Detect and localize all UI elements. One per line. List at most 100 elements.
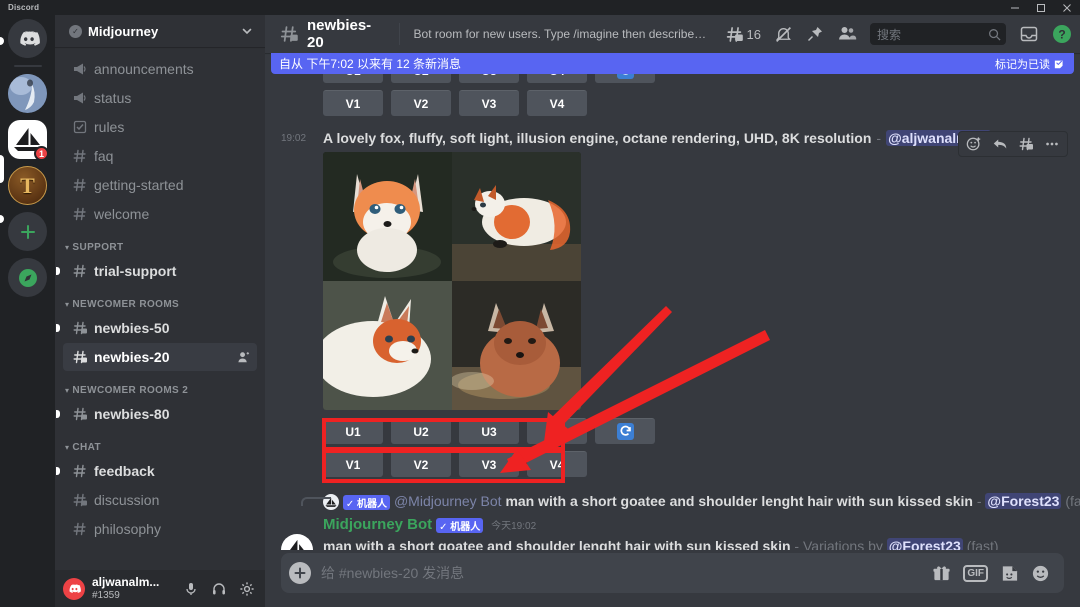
- sidebar-item-discussion[interactable]: discussion: [63, 486, 257, 514]
- server-discord-home[interactable]: [8, 19, 47, 58]
- category-newcomer-rooms[interactable]: ▾ NEWCOMER ROOMS: [55, 286, 265, 313]
- user-mention[interactable]: @Forest23: [985, 493, 1062, 509]
- search-input[interactable]: 搜索: [870, 23, 1006, 45]
- new-messages-text: 自从 下午7:02 以来有 12 条新消息: [279, 57, 462, 71]
- upscale-button-u2-main[interactable]: U2: [391, 418, 451, 444]
- image-grid[interactable]: [323, 152, 581, 410]
- variation-button-v1-main[interactable]: V1: [323, 451, 383, 477]
- category-label: SUPPORT: [72, 242, 124, 253]
- message-input-placeholder[interactable]: 给 #newbies-20 发消息: [321, 563, 922, 583]
- help-icon[interactable]: ?: [1052, 24, 1072, 44]
- separator: -: [794, 538, 800, 550]
- sidebar-item-newbies-20[interactable]: newbies-20: [63, 343, 257, 371]
- gear-icon[interactable]: [234, 576, 260, 602]
- explore-servers-button[interactable]: [8, 258, 47, 297]
- fox-image-1[interactable]: [323, 152, 452, 281]
- sidebar-item-trial-support[interactable]: trial-support: [56, 257, 257, 285]
- more-options-icon[interactable]: [1040, 133, 1064, 155]
- chevron-down-icon: ▾: [65, 386, 70, 395]
- user-mention[interactable]: @Forest23: [886, 538, 963, 550]
- upscale-button-u3-main[interactable]: U3: [459, 418, 519, 444]
- speed-label: (fast): [1065, 493, 1080, 509]
- sticker-icon[interactable]: [1000, 564, 1019, 583]
- sidebar-item-getting-started[interactable]: getting-started: [63, 171, 257, 199]
- category-newcomer-rooms-2[interactable]: ▾ NEWCOMER ROOMS 2: [55, 372, 265, 399]
- title-bar: Discord: [0, 0, 1080, 15]
- category-label: NEWCOMER ROOMS: [72, 299, 180, 310]
- maximize-icon[interactable]: [1028, 0, 1054, 15]
- search-placeholder: 搜索: [877, 27, 902, 42]
- sidebar-item-philosophy[interactable]: philosophy: [63, 515, 257, 543]
- fox-image-2[interactable]: [452, 152, 581, 281]
- fox-art-1: [323, 152, 452, 281]
- avatar[interactable]: [63, 577, 85, 600]
- gif-button[interactable]: GIF: [963, 564, 988, 582]
- new-messages-banner[interactable]: 自从 下午7:02 以来有 12 条新消息 标记为已读: [271, 53, 1074, 74]
- close-icon[interactable]: [1054, 0, 1080, 15]
- sidebar-item-feedback[interactable]: feedback: [56, 457, 257, 485]
- variation-button-v1[interactable]: V1: [323, 90, 383, 116]
- sidebar-item-newbies-50[interactable]: newbies-50: [56, 314, 257, 342]
- headphones-icon[interactable]: [206, 576, 232, 602]
- gift-icon[interactable]: [932, 564, 951, 583]
- channel-label: discussion: [94, 492, 160, 508]
- server-avatar-1[interactable]: [8, 74, 47, 113]
- reply-preview[interactable]: ✓ 机器人 @Midjourney Bot man with a short g…: [265, 488, 1080, 511]
- variation-button-v3[interactable]: V3: [459, 90, 519, 116]
- category-chat[interactable]: ▾ CHAT: [55, 429, 265, 456]
- bot-author-name[interactable]: Midjourney Bot: [323, 516, 432, 533]
- mark-as-read-button[interactable]: 标记为已读: [995, 56, 1066, 72]
- minimize-icon[interactable]: [1002, 0, 1028, 15]
- pinned-icon[interactable]: [806, 25, 824, 43]
- variation-button-v2-main[interactable]: V2: [391, 451, 451, 477]
- fox-image-4[interactable]: [452, 281, 581, 410]
- rules-icon: [71, 119, 88, 136]
- sidebar-item-status[interactable]: status: [63, 84, 257, 112]
- channel-label: status: [94, 90, 132, 106]
- upscale-button-u1-main[interactable]: U1: [323, 418, 383, 444]
- channel-label: newbies-50: [94, 320, 170, 336]
- emoji-icon[interactable]: [1031, 564, 1050, 583]
- threads-icon[interactable]: 16: [725, 25, 761, 44]
- speed-label: (fast): [966, 538, 999, 550]
- reply-spine: [301, 497, 331, 506]
- chevron-down-icon: ▾: [65, 443, 70, 452]
- channel-label: trial-support: [94, 263, 177, 279]
- variation-button-v2[interactable]: V2: [391, 90, 451, 116]
- members-icon[interactable]: [837, 24, 857, 44]
- microphone-icon[interactable]: [178, 576, 204, 602]
- sidebar-item-announcements[interactable]: announcements: [63, 55, 257, 83]
- chevron-down-icon[interactable]: [241, 25, 253, 37]
- guild-name: Midjourney: [88, 23, 159, 39]
- add-server-button[interactable]: [8, 212, 47, 251]
- hash-thread-icon: [71, 349, 88, 366]
- server-t[interactable]: T: [8, 166, 47, 205]
- category-support[interactable]: ▾ SUPPORT: [55, 229, 265, 256]
- fox-image-3[interactable]: [323, 281, 452, 410]
- variation-button-v4-main[interactable]: V4: [527, 451, 587, 477]
- sidebar-item-welcome[interactable]: welcome: [63, 200, 257, 228]
- channel-label: rules: [94, 119, 125, 135]
- message-composer[interactable]: 给 #newbies-20 发消息 GIF: [281, 553, 1064, 593]
- server-midjourney[interactable]: 1: [8, 120, 49, 161]
- add-member-icon[interactable]: [236, 350, 251, 365]
- sidebar-item-faq[interactable]: faq: [63, 142, 257, 170]
- guild-header[interactable]: ✓ Midjourney: [55, 15, 265, 47]
- inbox-icon[interactable]: [1019, 24, 1039, 44]
- bot-badge: ✓ 机器人: [342, 494, 391, 510]
- upscale-button-u4-main[interactable]: U4: [527, 418, 587, 444]
- bot-mention[interactable]: @Midjourney Bot: [394, 493, 502, 509]
- reply-icon[interactable]: [988, 133, 1012, 155]
- variation-button-v3-main[interactable]: V3: [459, 451, 519, 477]
- variation-button-v4[interactable]: V4: [527, 90, 587, 116]
- add-reaction-icon[interactable]: [962, 133, 986, 155]
- notification-off-icon[interactable]: [774, 25, 793, 44]
- fox-art-2: [452, 152, 581, 281]
- sidebar-item-rules[interactable]: rules: [63, 113, 257, 141]
- thread-icon[interactable]: [1014, 133, 1038, 155]
- upscale-button-row: U1 U2 U3 U4: [323, 410, 1032, 444]
- sidebar-item-newbies-80[interactable]: newbies-80: [56, 400, 257, 428]
- reroll-button-main[interactable]: [595, 418, 655, 444]
- add-attachment-icon[interactable]: [289, 562, 311, 584]
- username: aljwanalm...: [92, 576, 160, 590]
